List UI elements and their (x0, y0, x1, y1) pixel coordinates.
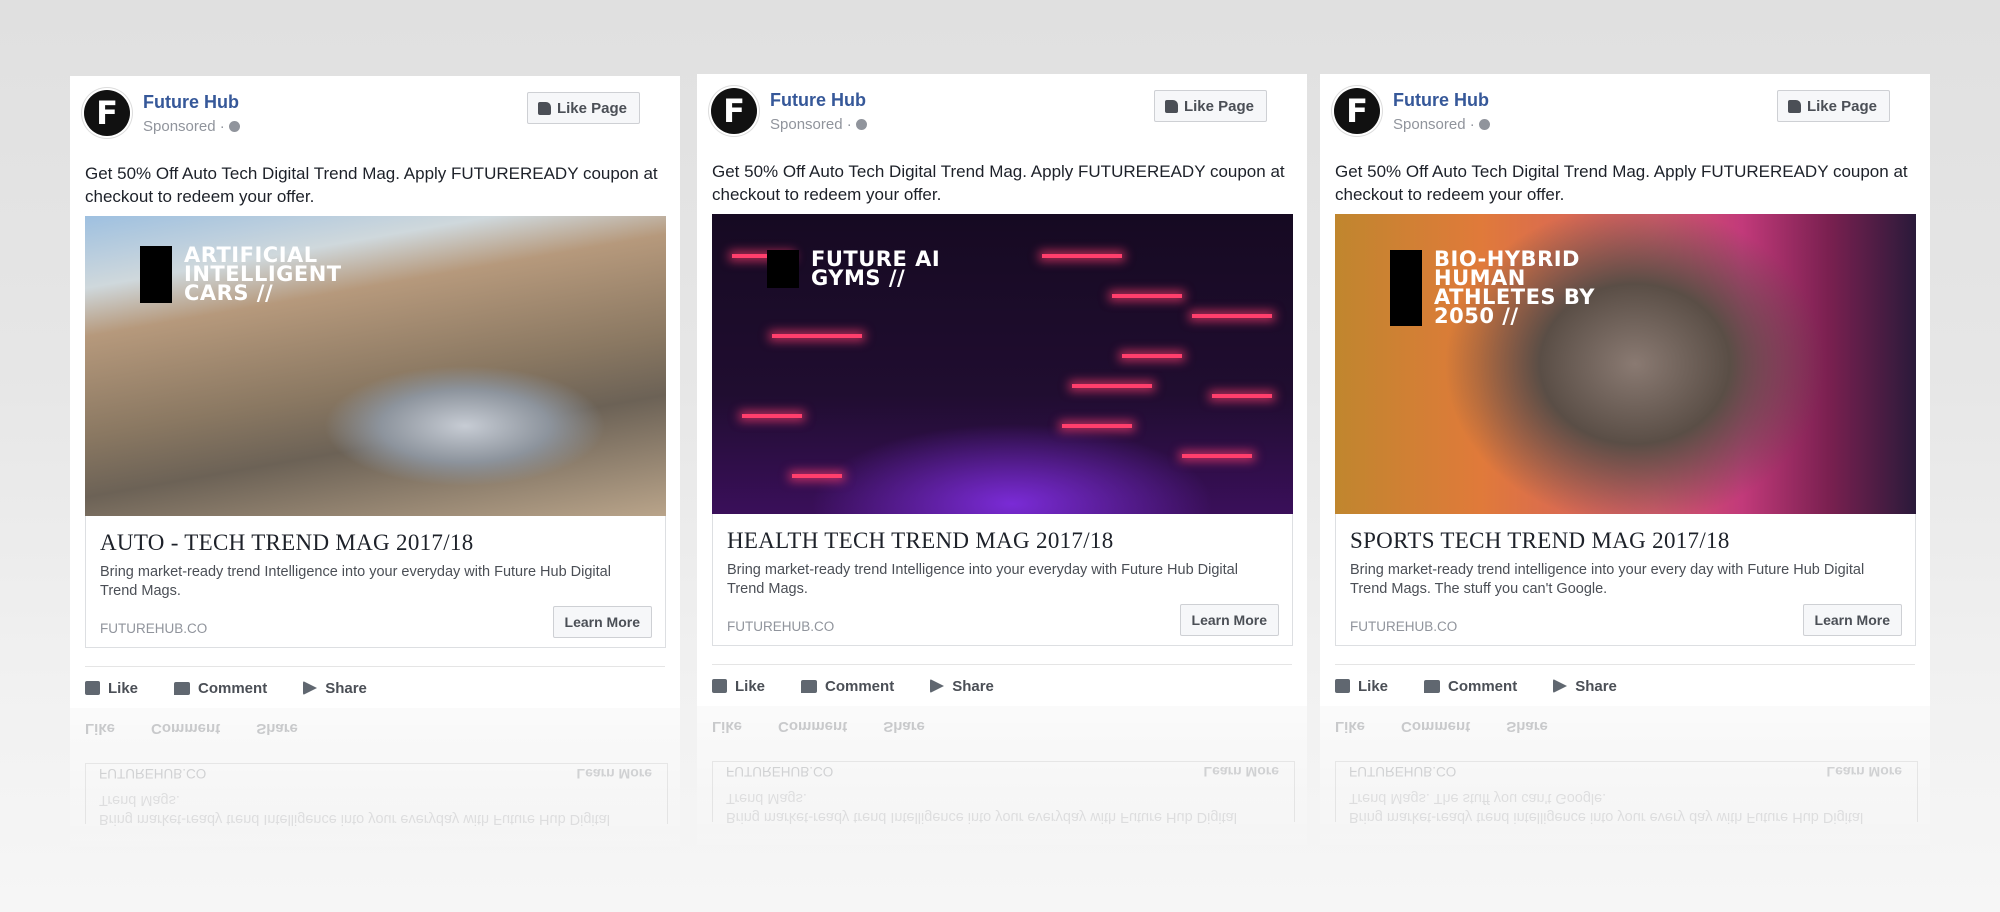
share-icon (303, 681, 318, 695)
ad-title[interactable]: SPORTS TECH TREND MAG 2017/18 (1350, 528, 1730, 554)
reflected-box (1335, 761, 1918, 822)
sponsored-label: Sponsored · (1393, 116, 1490, 133)
post-text: Get 50% Off Auto Tech Digital Trend Mag.… (85, 164, 658, 206)
globe-icon (855, 119, 867, 130)
ad-domain: FUTUREHUB.CO (100, 621, 208, 636)
like-button[interactable]: Like (85, 680, 138, 697)
future-hub-logo[interactable]: F (84, 90, 130, 136)
action-bar: Like Comment Share (712, 674, 994, 698)
reflected-actions: Like Comment Share (712, 718, 925, 735)
action-bar: Like Comment Share (1335, 674, 1617, 698)
reflected-learn-more: Learn More (1826, 764, 1902, 780)
like-page-button[interactable]: Like Page (1153, 90, 1267, 122)
thumbs-up-icon (1787, 99, 1801, 113)
ad-card-auto: F Future Hub Sponsored · Like Page Get 5… (70, 76, 680, 708)
reflected-learn-more: Learn More (576, 766, 652, 782)
like-page-button[interactable]: Like Page (1776, 90, 1890, 122)
comment-button[interactable]: Comment (801, 678, 894, 695)
globe-icon (1478, 119, 1490, 130)
reflected-box (85, 763, 668, 824)
ad-link-box[interactable]: HEALTH TECH TREND MAG 2017/18 Bring mark… (712, 514, 1293, 646)
comment-icon (174, 681, 191, 695)
future-hub-logo[interactable]: F (711, 88, 757, 134)
page-name-link[interactable]: Future Hub (1393, 90, 1489, 111)
image-headline: ARTIFICIAL INTELLIGENT CARS // (140, 245, 384, 304)
image-headline: FUTURE AI GYMS // (767, 249, 1011, 289)
ad-domain: FUTUREHUB.CO (727, 619, 835, 634)
like-button[interactable]: Like (1335, 678, 1388, 695)
reflected-description: Bring market-ready trend Intelligence in… (99, 792, 610, 827)
post-text: Get 50% Off Auto Tech Digital Trend Mag.… (712, 162, 1285, 204)
comment-icon (1424, 679, 1441, 693)
reflected-domain: FUTUREHUB.CO (99, 766, 207, 781)
page-name-link[interactable]: Future Hub (143, 92, 239, 113)
reflected-domain: FUTUREHUB.CO (726, 764, 834, 779)
ad-image-cyborg[interactable]: BIO-HYBRID HUMAN ATHLETES BY 2050 // (1335, 214, 1916, 514)
ad-link-box[interactable]: SPORTS TECH TREND MAG 2017/18 Bring mark… (1335, 514, 1916, 646)
thumbs-up-icon (1335, 679, 1350, 693)
sponsored-label: Sponsored · (770, 116, 867, 133)
comment-icon (801, 679, 818, 693)
ad-title[interactable]: HEALTH TECH TREND MAG 2017/18 (727, 528, 1114, 554)
ad-domain: FUTUREHUB.CO (1350, 619, 1458, 634)
card-reflection: Like Comment Share FUTUREHUB.CO Learn More… (697, 706, 1307, 856)
share-button[interactable]: Share (303, 680, 367, 697)
ad-card-health: F Future Hub Sponsored · Like Page Get 5… (697, 74, 1307, 706)
reflected-description: Bring market-ready trend intelligence in… (1349, 790, 1864, 825)
ad-description: Bring market-ready trend intelligence in… (1350, 562, 1865, 597)
share-icon (930, 679, 945, 693)
comment-button[interactable]: Comment (174, 680, 267, 697)
thumbs-up-icon (712, 679, 727, 693)
reflected-domain: FUTUREHUB.CO (1349, 764, 1457, 779)
card-reflection: Like Comment Share FUTUREHUB.CO Learn More… (1320, 706, 1930, 856)
share-button[interactable]: Share (930, 678, 994, 695)
like-button[interactable]: Like (712, 678, 765, 695)
ad-card-sports: F Future Hub Sponsored · Like Page Get 5… (1320, 74, 1930, 706)
divider (712, 664, 1292, 665)
thumbs-up-icon (85, 681, 100, 695)
globe-icon (228, 121, 240, 132)
learn-more-button[interactable]: Learn More (552, 606, 652, 638)
reflected-learn-more: Learn More (1203, 764, 1279, 780)
page-name-link[interactable]: Future Hub (770, 90, 866, 111)
ad-image-car[interactable]: ARTIFICIAL INTELLIGENT CARS // (85, 216, 666, 516)
future-hub-logo[interactable]: F (1334, 88, 1380, 134)
thumbs-up-icon (1164, 99, 1178, 113)
ad-image-gym[interactable]: FUTURE AI GYMS // (712, 214, 1293, 514)
reflected-actions: Like Comment Share (1335, 718, 1548, 735)
reflected-box (712, 761, 1295, 822)
share-button[interactable]: Share (1553, 678, 1617, 695)
image-headline: BIO-HYBRID HUMAN ATHLETES BY 2050 // (1390, 249, 1634, 327)
learn-more-button[interactable]: Learn More (1179, 604, 1279, 636)
reflected-actions: Like Comment Share (85, 720, 298, 737)
thumbs-up-icon (537, 101, 551, 115)
card-reflection: Like Comment Share FUTUREHUB.CO Learn More… (70, 708, 680, 858)
divider (1335, 664, 1915, 665)
learn-more-button[interactable]: Learn More (1802, 604, 1902, 636)
reflected-description: Bring market-ready trend Intelligence in… (726, 790, 1237, 825)
ad-title[interactable]: AUTO - TECH TREND MAG 2017/18 (100, 530, 474, 556)
divider (85, 666, 665, 667)
ad-description: Bring market-ready trend Intelligence in… (100, 564, 611, 599)
comment-button[interactable]: Comment (1424, 678, 1517, 695)
ad-description: Bring market-ready trend Intelligence in… (727, 562, 1238, 597)
action-bar: Like Comment Share (85, 676, 367, 700)
sponsored-label: Sponsored · (143, 118, 240, 135)
ad-link-box[interactable]: AUTO - TECH TREND MAG 2017/18 Bring mark… (85, 516, 666, 648)
post-text: Get 50% Off Auto Tech Digital Trend Mag.… (1335, 162, 1908, 204)
like-page-button[interactable]: Like Page (526, 92, 640, 124)
share-icon (1553, 679, 1568, 693)
